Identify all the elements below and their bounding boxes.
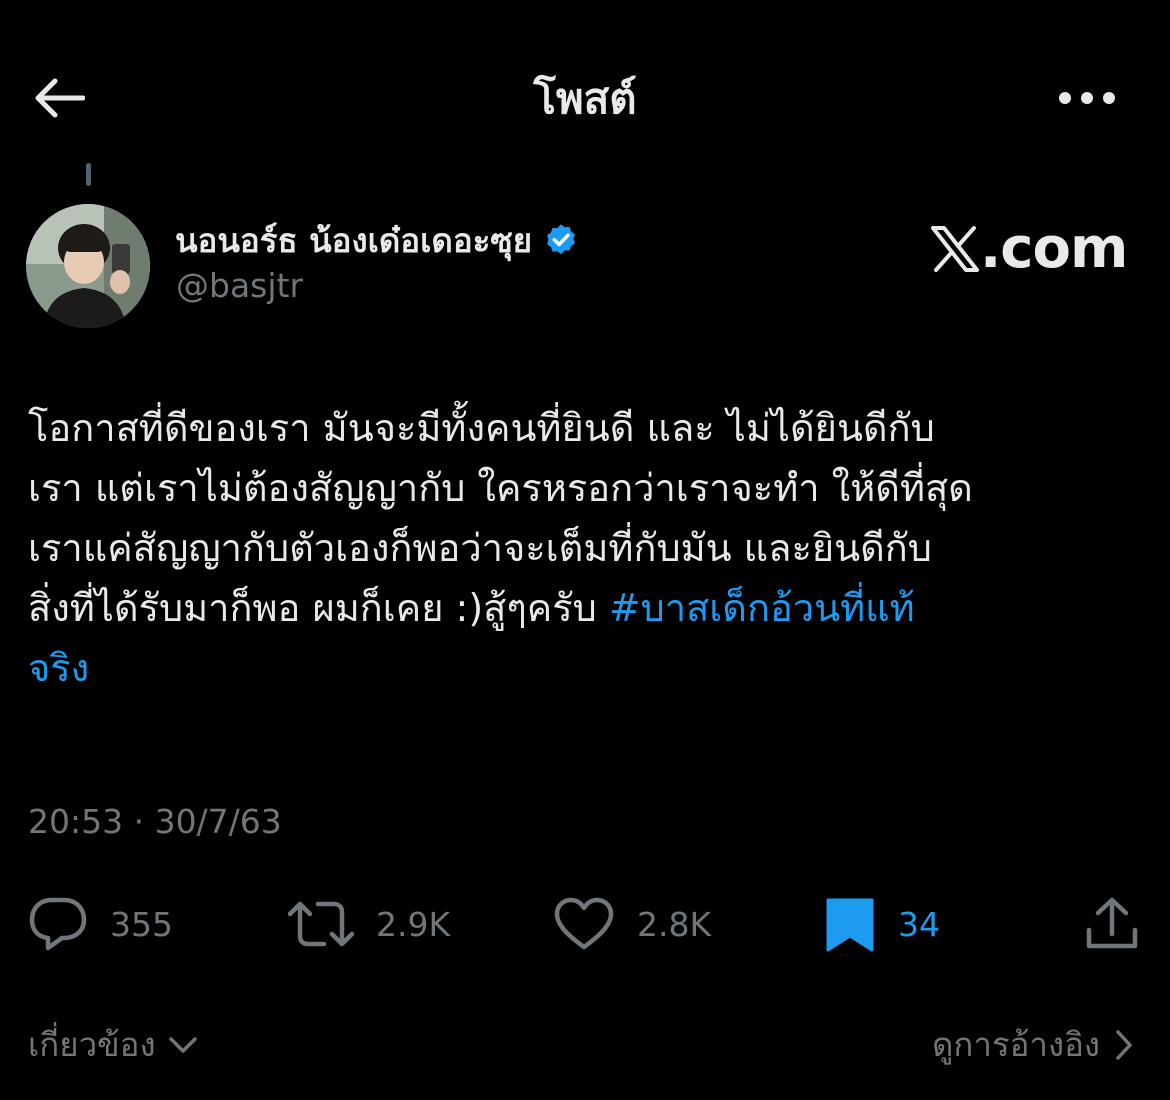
tweet-text-line: โอกาสที่ดีของเรา มันจะมีทั้งคนที่ยินดี แ… bbox=[28, 406, 935, 450]
verified-badge-icon bbox=[547, 223, 576, 254]
bookmark-count: 34 bbox=[898, 904, 940, 944]
tweet-text-segment: สิ่งที่ได้รับมาก็พอ ผมก็เคย :)สู้ๆครับ bbox=[28, 586, 609, 630]
view-quotes-label: ดูการอ้างอิง bbox=[931, 1025, 1100, 1064]
tweet-text-line: สิ่งที่ได้รับมาก็พอ ผมก็เคย :)สู้ๆครับ #… bbox=[28, 578, 1143, 638]
more-options-button[interactable] bbox=[1052, 70, 1122, 126]
display-name[interactable]: นอนอร์ธ น้องเด๋อเดอะซุย bbox=[175, 214, 532, 267]
chevron-right-icon bbox=[1116, 1029, 1132, 1060]
thread-connector-line bbox=[86, 163, 91, 186]
post-timestamp[interactable]: 20:53 · 30/7/63 bbox=[28, 802, 282, 841]
like-button[interactable]: 2.8K bbox=[553, 888, 711, 960]
share-icon bbox=[1086, 897, 1138, 949]
like-count: 2.8K bbox=[637, 904, 712, 944]
retweet-button[interactable]: 2.9K bbox=[288, 888, 450, 960]
related-label: เกี่ยวข้อง bbox=[28, 1025, 156, 1064]
share-button[interactable] bbox=[1084, 888, 1140, 960]
tweet-text: โอกาสที่ดีของเรา มันจะมีทั้งคนที่ยินดี แ… bbox=[28, 398, 1143, 698]
action-bar: 355 2.9K 2.8K 34 bbox=[0, 888, 1170, 960]
top-bar: โพสต์ bbox=[0, 0, 1170, 190]
view-quotes-link[interactable]: ดูการอ้างอิง bbox=[932, 1018, 1134, 1071]
more-horizontal-icon bbox=[1059, 92, 1115, 104]
hashtag-link-continuation[interactable]: จริง bbox=[28, 638, 1143, 698]
reply-count: 355 bbox=[110, 904, 173, 944]
related-dropdown[interactable]: เกี่ยวข้อง bbox=[28, 1018, 198, 1071]
avatar-image bbox=[26, 204, 150, 328]
page-title: โพสต์ bbox=[533, 74, 637, 123]
reply-icon bbox=[29, 897, 87, 951]
chevron-down-icon bbox=[168, 1036, 197, 1053]
tweet-text-line: เราแค่สัญญากับตัวเองก็พอว่าจะเต็มที่กับม… bbox=[28, 526, 932, 570]
author-name-row[interactable]: นอนอร์ธ น้องเด๋อเดอะซุย bbox=[175, 214, 580, 267]
x-com-watermark: X .com bbox=[930, 216, 1128, 281]
x-logo-icon: X bbox=[931, 225, 979, 272]
reply-button[interactable]: 355 bbox=[28, 888, 173, 960]
tweet-text-line: เรา แต่เราไม่ต้องสัญญากับ ใครหรอกว่าเราจ… bbox=[28, 466, 973, 510]
hashtag-link[interactable]: #บาสเด็กอ้วนที่แท้ bbox=[609, 586, 915, 630]
author-handle[interactable]: @basjtr bbox=[176, 266, 303, 305]
heart-icon bbox=[554, 897, 614, 950]
retweet-count: 2.9K bbox=[376, 904, 451, 944]
retweet-icon bbox=[288, 901, 354, 947]
avatar[interactable] bbox=[26, 204, 150, 328]
bookmark-button[interactable]: 34 bbox=[824, 888, 940, 960]
bookmark-filled-icon bbox=[826, 898, 874, 952]
watermark-domain: .com bbox=[980, 216, 1128, 281]
